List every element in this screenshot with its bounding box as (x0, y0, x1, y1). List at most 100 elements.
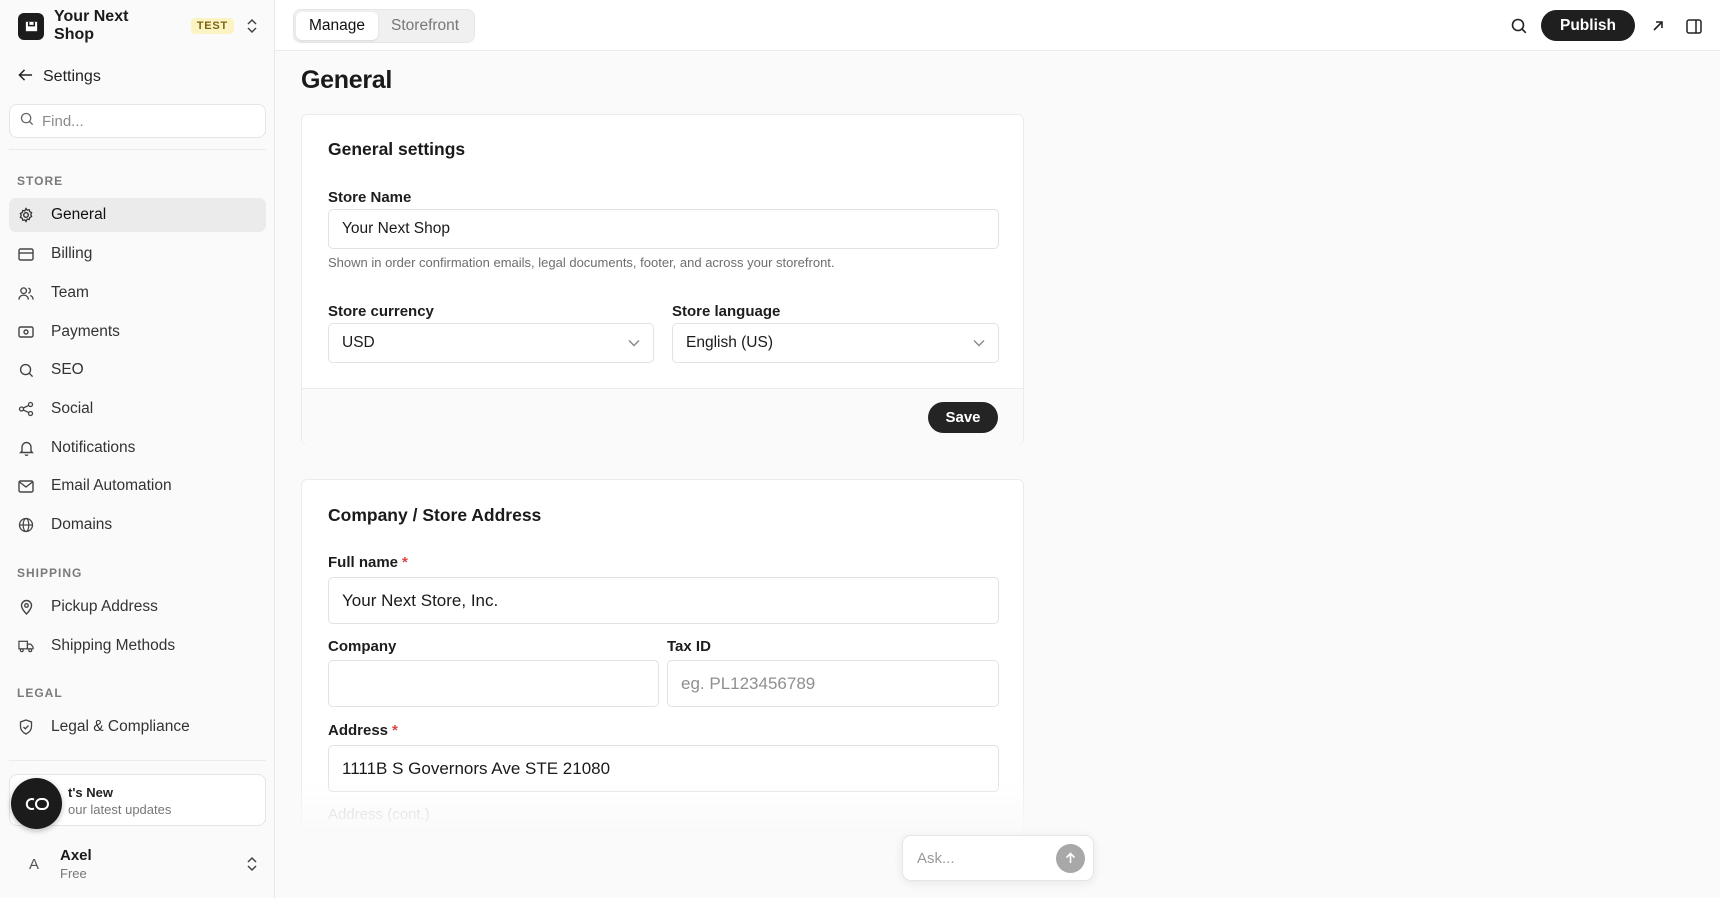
sidebar-item-pickup-address[interactable]: Pickup Address (9, 590, 266, 624)
card-icon (18, 246, 34, 262)
sidebar-toggle-icon[interactable] (1683, 15, 1705, 37)
test-mode-badge: TEST (190, 18, 234, 34)
gear-icon (18, 207, 34, 223)
save-button[interactable]: Save (928, 402, 998, 433)
address-label: Address * (328, 722, 398, 739)
search-icon (18, 362, 34, 378)
search-icon[interactable] (1508, 15, 1530, 37)
sidebar-item-email-automation[interactable]: Email Automation (9, 469, 266, 503)
sidebar-item-label: SEO (51, 361, 84, 378)
sidebar-item-label: Domains (51, 516, 113, 533)
sidebar-item-billing[interactable]: Billing (9, 237, 266, 271)
back-to-settings-link[interactable]: Settings (18, 66, 101, 87)
sidebar-item-label: Pickup Address (51, 598, 158, 615)
top-bar: Manage Storefront Publish (275, 0, 1720, 51)
chat-assistant-bubble-icon[interactable] (11, 778, 62, 829)
store-name-help: Shown in order confirmation emails, lega… (328, 255, 835, 270)
view-switcher: Manage Storefront (293, 9, 476, 43)
whats-new-subtitle: our latest updates (68, 802, 172, 817)
full-name-label: Full name * (328, 554, 408, 571)
map-pin-icon (18, 599, 34, 615)
tab-manage[interactable]: Manage (296, 12, 379, 40)
section-label-shipping: SHIPPING (17, 566, 83, 580)
user-name: Axel (60, 847, 92, 864)
store-switcher[interactable]: Your Next Shop TEST (18, 8, 258, 43)
share-icon (18, 401, 34, 417)
back-label: Settings (43, 67, 101, 85)
arrow-up-icon[interactable] (1056, 843, 1085, 873)
card-title: General settings (328, 139, 466, 159)
sidebar-item-shipping-methods[interactable]: Shipping Methods (9, 629, 266, 663)
company-input[interactable] (328, 660, 659, 707)
sidebar-item-legal-compliance[interactable]: Legal & Compliance (9, 710, 266, 744)
required-marker: * (402, 554, 408, 571)
store-logo-icon (18, 12, 45, 40)
sidebar-item-payments[interactable]: Payments (9, 315, 266, 349)
user-plan: Free (60, 866, 87, 881)
card-title: Company / Store Address (328, 505, 542, 525)
store-currency-select[interactable]: USD (328, 323, 654, 363)
whats-new-title: t's New (68, 785, 113, 800)
store-language-value: English (US) (686, 334, 773, 351)
store-name: Your Next Shop (54, 8, 129, 43)
chevron-down-icon (973, 334, 985, 352)
sidebar-item-general[interactable]: General (9, 198, 266, 232)
company-label: Company (328, 638, 397, 655)
search-icon (20, 112, 34, 130)
sidebar-item-label: Email Automation (51, 477, 172, 494)
sidebar-item-seo[interactable]: SEO (9, 353, 266, 387)
section-label-store: STORE (17, 174, 64, 188)
card-footer: Save (302, 388, 1023, 445)
sidebar: Your Next Shop TEST Settings STORE Gener… (0, 0, 275, 898)
general-settings-card: General settings Store Name Shown in ord… (301, 114, 1024, 445)
truck-icon (18, 638, 34, 654)
users-icon (18, 285, 34, 301)
avatar: A (28, 855, 39, 873)
sidebar-item-domains[interactable]: Domains (9, 508, 266, 542)
ask-input[interactable] (917, 849, 1045, 867)
store-language-label: Store language (672, 303, 781, 320)
store-name-label: Store Name (328, 189, 412, 206)
sidebar-item-social[interactable]: Social (9, 392, 266, 426)
sidebar-item-label: Shipping Methods (51, 637, 176, 654)
sidebar-item-label: Team (51, 284, 89, 301)
chevron-down-icon (628, 334, 640, 352)
sidebar-item-label: Billing (51, 245, 93, 262)
tax-id-label: Tax ID (667, 638, 711, 655)
mail-icon (18, 478, 34, 494)
store-currency-label: Store currency (328, 303, 434, 320)
settings-find-input[interactable] (42, 112, 242, 130)
publish-button[interactable]: Publish (1541, 10, 1635, 41)
settings-find-box[interactable] (9, 104, 266, 138)
sidebar-item-label: Legal & Compliance (51, 718, 190, 735)
sidebar-item-notifications[interactable]: Notifications (9, 431, 266, 465)
sidebar-divider (9, 149, 266, 150)
sidebar-item-label: Social (51, 400, 94, 417)
address-cont-label: Address (cont.) (328, 806, 430, 823)
chevron-up-down-icon[interactable] (246, 18, 258, 34)
sidebar-item-label: Payments (51, 323, 120, 340)
sidebar-item-label: General (51, 206, 107, 223)
tax-id-input[interactable] (667, 660, 999, 707)
page-title: General (301, 66, 393, 94)
required-marker: * (392, 722, 398, 739)
arrow-left-icon (18, 66, 33, 87)
user-menu[interactable]: A Axel Free (18, 844, 258, 884)
store-language-select[interactable]: English (US) (672, 323, 999, 363)
store-name-input[interactable] (328, 209, 999, 249)
bell-icon (18, 440, 34, 456)
address-input[interactable] (328, 745, 999, 792)
sidebar-item-team[interactable]: Team (9, 276, 266, 310)
sidebar-divider (9, 760, 266, 761)
chevron-up-down-icon[interactable] (246, 856, 258, 872)
section-label-legal: LEGAL (17, 686, 63, 700)
shield-check-icon (18, 719, 34, 735)
full-name-input[interactable] (328, 577, 999, 624)
store-currency-value: USD (342, 334, 375, 351)
globe-icon (18, 517, 34, 533)
ask-assistant-box[interactable] (902, 835, 1094, 881)
money-icon (18, 324, 34, 340)
sidebar-item-label: Notifications (51, 439, 136, 456)
external-link-icon[interactable] (1647, 15, 1669, 37)
tab-storefront[interactable]: Storefront (378, 12, 472, 40)
